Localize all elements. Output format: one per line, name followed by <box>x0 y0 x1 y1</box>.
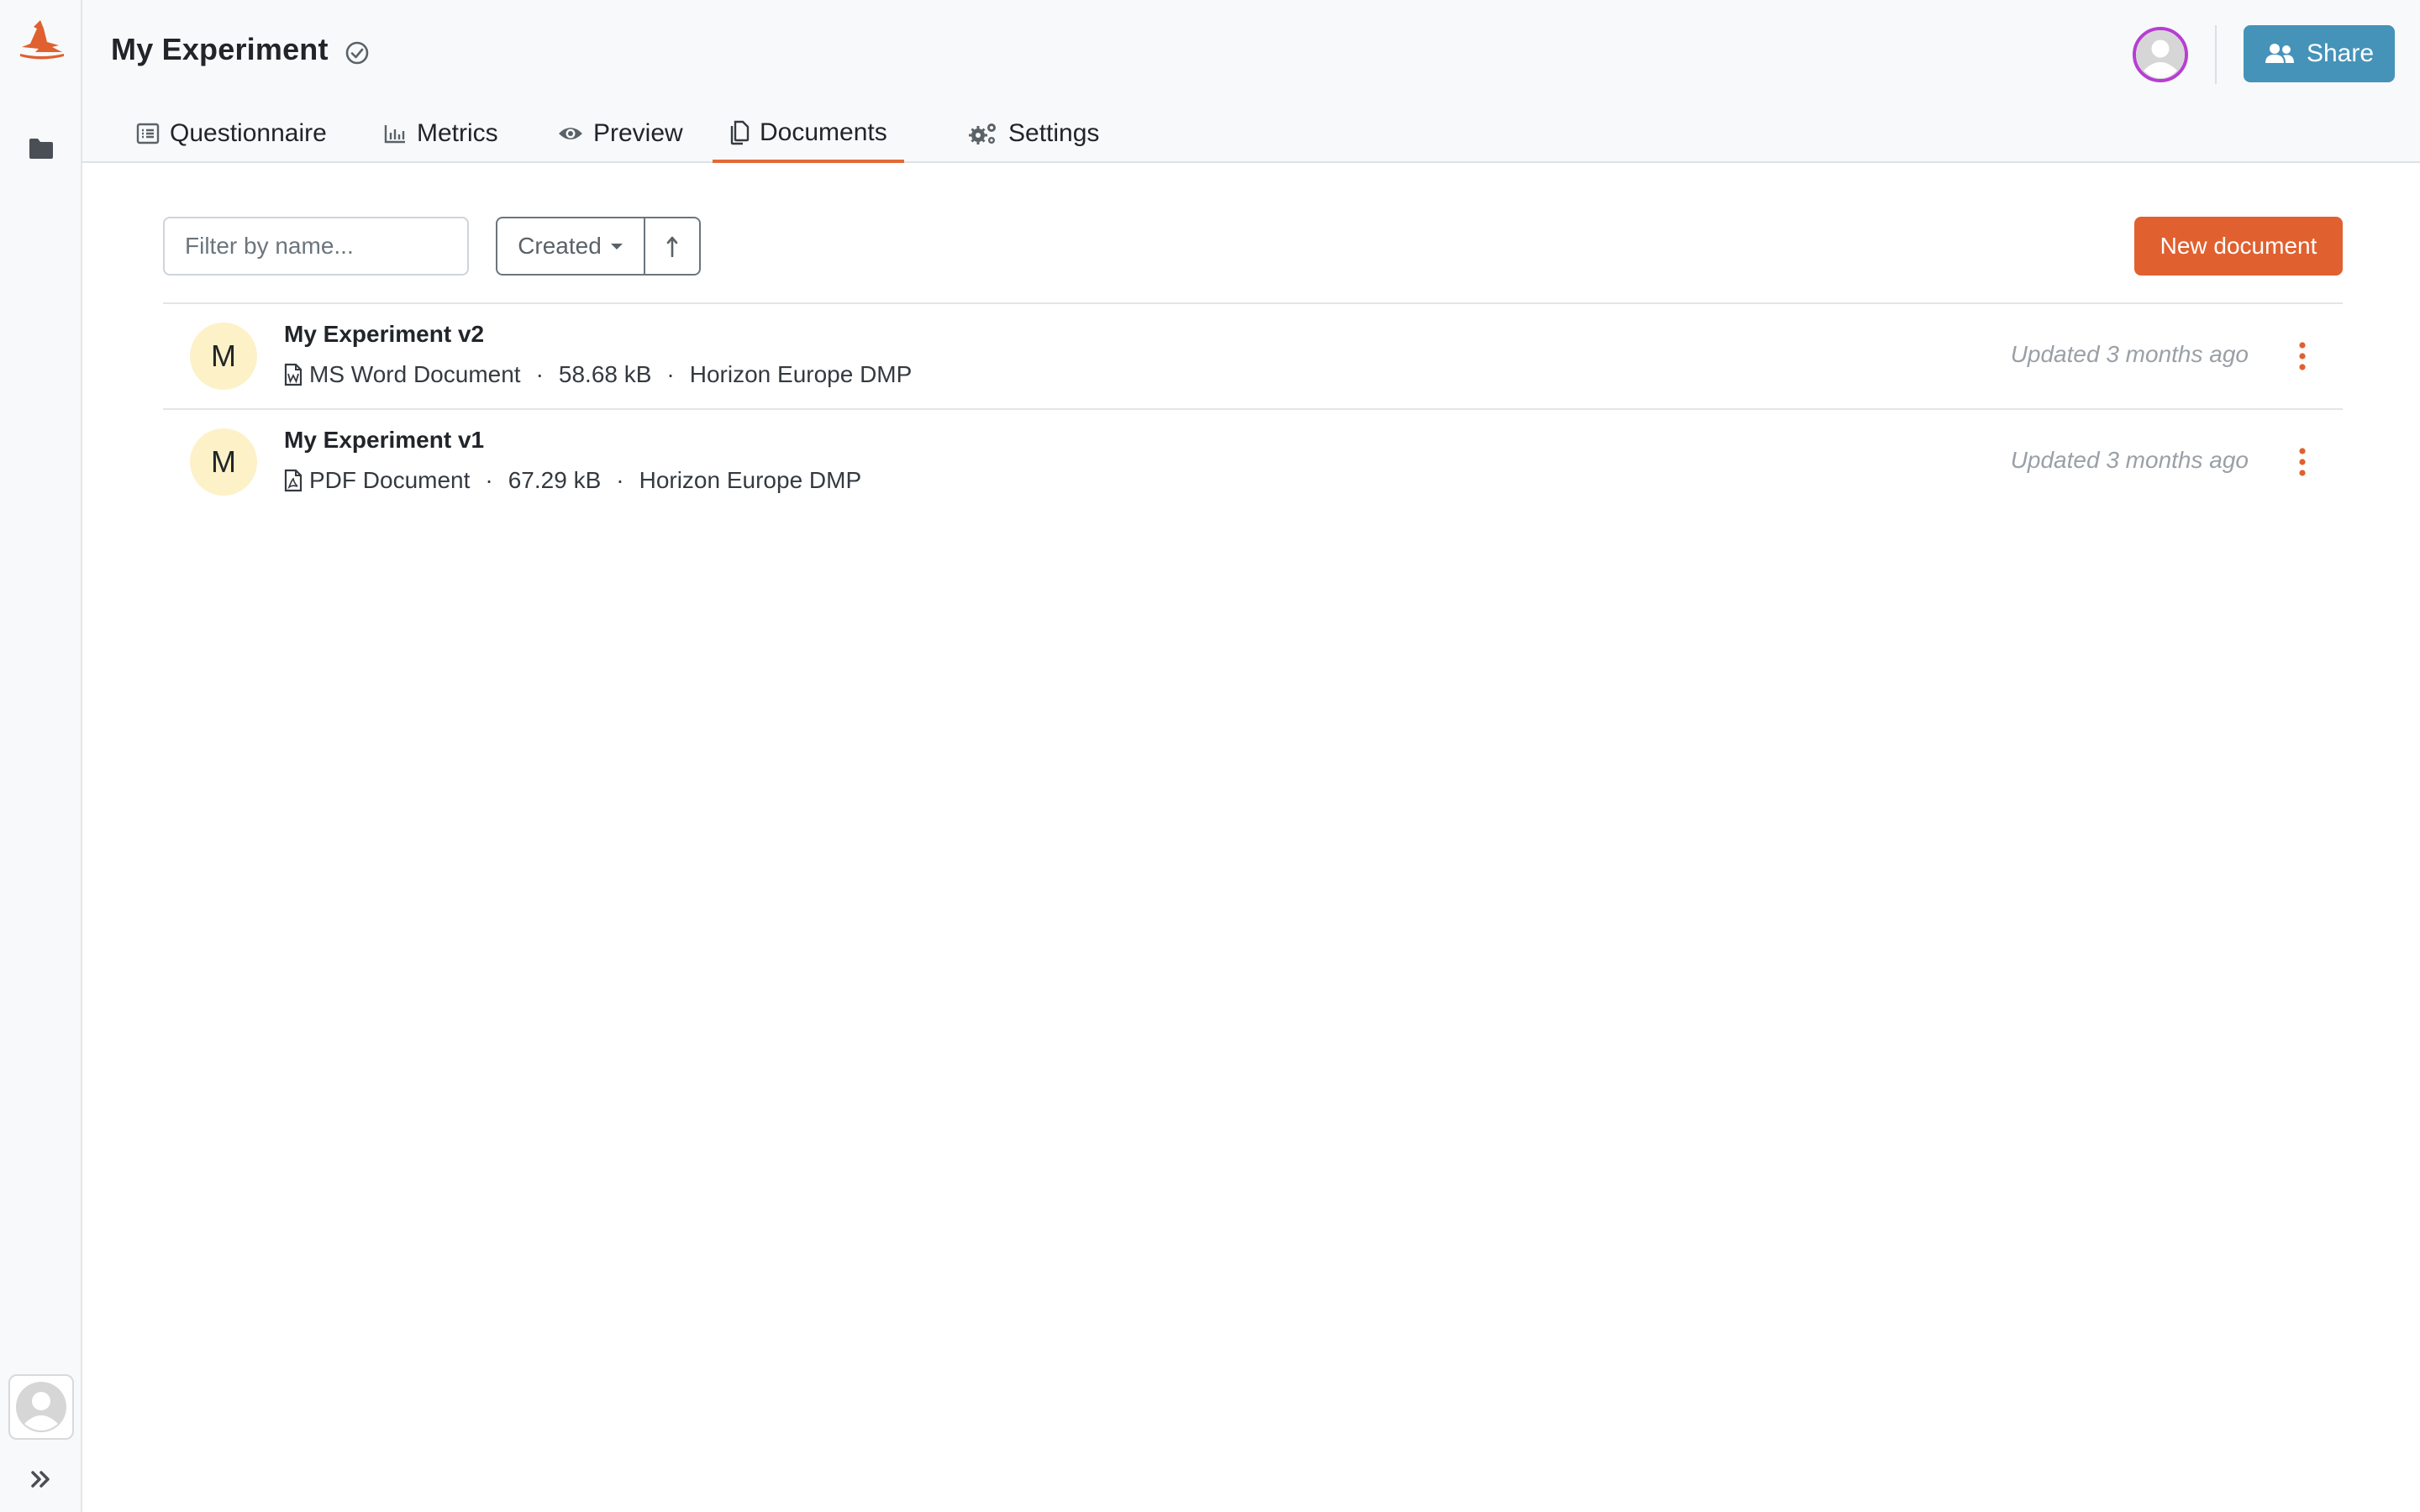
sort-controls: Created <box>496 217 701 276</box>
page-title: My Experiment <box>111 32 329 66</box>
document-updated: Updated 3 months ago <box>2010 447 2249 473</box>
cogs-icon <box>969 123 996 144</box>
tab-label: Documents <box>760 118 887 146</box>
user-avatar-icon <box>16 1382 66 1432</box>
check-circle-icon <box>345 41 369 65</box>
document-template: Horizon Europe DMP <box>689 361 913 387</box>
document-format: MS Word Document <box>309 361 521 387</box>
meta-separator: · <box>485 467 493 493</box>
eye-icon <box>559 128 582 139</box>
document-row[interactable]: M My Experiment v1 PDF Document · 67.29 … <box>163 408 2343 514</box>
tab-questionnaire[interactable]: Questionnaire <box>119 106 344 161</box>
tab-label: Metrics <box>417 119 498 147</box>
meta-separator: · <box>666 361 675 387</box>
document-updated: Updated 3 months ago <box>2010 341 2249 367</box>
users-icon <box>2265 44 2294 63</box>
document-format: PDF Document <box>309 467 471 493</box>
left-sidebar <box>0 0 82 1512</box>
sort-by-dropdown[interactable]: Created <box>496 217 645 276</box>
document-meta: MS Word Document · 58.68 kB · Horizon Eu… <box>284 361 912 388</box>
document-template: Horizon Europe DMP <box>639 467 862 493</box>
more-options-icon[interactable] <box>2296 339 2309 373</box>
document-avatar: M <box>190 323 257 390</box>
copy-icon <box>730 120 750 145</box>
document-meta: PDF Document · 67.29 kB · Horizon Europe… <box>284 467 861 494</box>
user-avatar-icon <box>2136 30 2185 79</box>
tab-settings[interactable]: Settings <box>951 106 1116 161</box>
wizard-hat-logo-icon[interactable] <box>15 18 67 64</box>
sidebar-user-button[interactable] <box>8 1374 74 1440</box>
tab-label: Preview <box>593 119 683 147</box>
word-file-icon <box>284 363 302 386</box>
share-label: Share <box>2306 39 2375 67</box>
filter-input[interactable] <box>163 217 469 276</box>
tab-label: Questionnaire <box>170 119 327 147</box>
folder-icon[interactable] <box>29 138 54 160</box>
documents-panel: Created New document M My Experiment v2 <box>82 165 2420 1512</box>
sort-direction-button[interactable] <box>645 217 701 276</box>
document-list: M My Experiment v2 MS Word Document · 58… <box>163 302 2343 514</box>
arrow-up-icon <box>666 236 678 257</box>
expand-sidebar-icon[interactable] <box>29 1468 54 1490</box>
meta-separator: · <box>535 361 544 387</box>
app-window: My Experiment Share Questionnaire Metric… <box>0 0 2420 1512</box>
caret-down-icon <box>610 244 623 249</box>
collaborator-avatar[interactable] <box>2133 27 2188 82</box>
more-options-icon[interactable] <box>2296 445 2309 479</box>
meta-separator: · <box>616 467 624 493</box>
tab-documents[interactable]: Documents <box>713 106 904 163</box>
tab-preview[interactable]: Preview <box>541 106 700 161</box>
new-document-button[interactable]: New document <box>2134 217 2343 276</box>
bar-chart-icon <box>384 125 405 144</box>
tab-label: Settings <box>1008 119 1100 147</box>
project-header: My Experiment Share Questionnaire Metric… <box>82 0 2420 163</box>
share-button[interactable]: Share <box>2244 25 2395 82</box>
list-alt-icon <box>136 123 160 144</box>
tab-metrics[interactable]: Metrics <box>366 106 515 161</box>
document-row[interactable]: M My Experiment v2 MS Word Document · 58… <box>163 302 2343 408</box>
document-size: 58.68 kB <box>558 361 652 387</box>
header-divider <box>2215 25 2217 84</box>
pdf-file-icon <box>284 469 302 492</box>
document-name[interactable]: My Experiment v2 <box>284 321 484 348</box>
document-name[interactable]: My Experiment v1 <box>284 427 484 454</box>
document-avatar: M <box>190 428 257 496</box>
document-size: 67.29 kB <box>508 467 602 493</box>
sort-by-label: Created <box>518 233 602 259</box>
